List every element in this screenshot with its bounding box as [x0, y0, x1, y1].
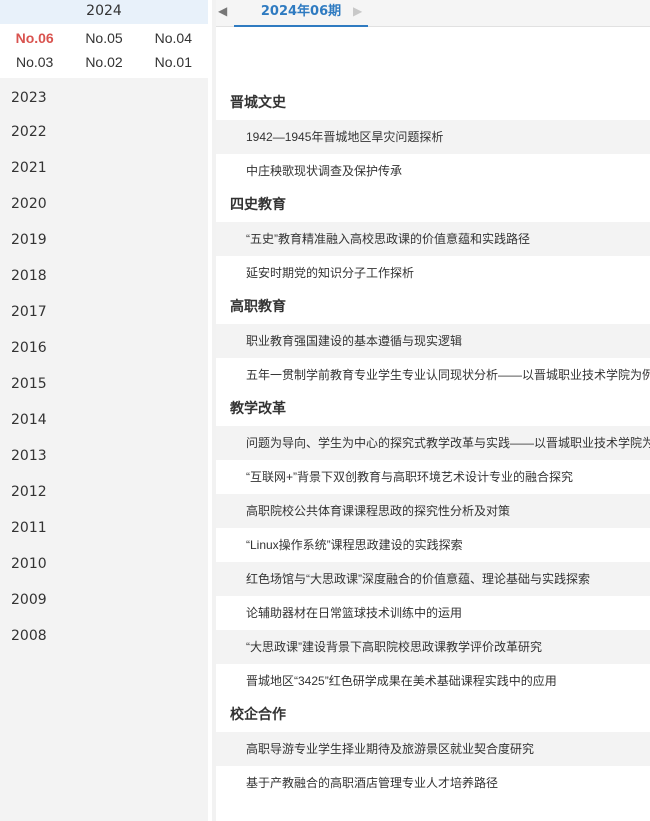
article-link[interactable]: 高职导游专业学生择业期待及旅游景区就业契合度研究: [216, 732, 650, 766]
tab-issue-current[interactable]: 2024年06期: [234, 0, 368, 27]
year-item[interactable]: 2019: [0, 222, 208, 258]
current-year-header[interactable]: 2024: [0, 0, 208, 24]
year-item[interactable]: 2013: [0, 438, 208, 474]
year-item[interactable]: 2015: [0, 366, 208, 402]
year-item[interactable]: 2021: [0, 150, 208, 186]
issue-tabbar: ◀ 2024年06期 ▶: [216, 0, 650, 27]
year-item[interactable]: 2017: [0, 294, 208, 330]
issue-no04[interactable]: No.04: [139, 26, 208, 50]
article-link[interactable]: 高职院校公共体育课课程思政的探究性分析及对策: [216, 494, 650, 528]
article-link[interactable]: 晋城地区“3425”红色研学成果在美术基础课程实践中的应用: [216, 664, 650, 698]
section-title: 四史教育: [230, 197, 286, 213]
next-arrow-icon[interactable]: ▶: [353, 4, 362, 18]
article-link[interactable]: 论辅助器材在日常篮球技术训练中的运用: [216, 596, 650, 630]
year-item[interactable]: 2018: [0, 258, 208, 294]
article-link[interactable]: “互联网+”背景下双创教育与高职环境艺术设计专业的融合探究: [216, 460, 650, 494]
year-item[interactable]: 2010: [0, 546, 208, 582]
article-link[interactable]: “大思政课”建设背景下高职院校思政课教学评价改革研究: [216, 630, 650, 664]
issue-no03[interactable]: No.03: [0, 50, 69, 74]
issue-no02[interactable]: No.02: [69, 50, 138, 74]
section-title: 教学改革: [230, 401, 286, 417]
section-title: 高职教育: [230, 299, 286, 315]
article-link[interactable]: 五年一贯制学前教育专业学生专业认同现状分析——以晋城职业技术学院为例: [216, 358, 650, 392]
year-item[interactable]: 2011: [0, 510, 208, 546]
main-panel: ◀ 2024年06期 ▶ 晋城文史 1942—1945年晋城地区旱灾问题探析 中庄秧…: [216, 0, 650, 821]
issue-no06[interactable]: No.06: [0, 26, 69, 50]
article-link[interactable]: 红色场馆与“大思政课”深度融合的价值意蕴、理论基础与实践探索: [216, 562, 650, 596]
article-link[interactable]: 1942—1945年晋城地区旱灾问题探析: [216, 120, 650, 154]
year-item[interactable]: 2016: [0, 330, 208, 366]
article-link[interactable]: “Linux操作系统”课程思政建设的实践探索: [216, 528, 650, 562]
article-link[interactable]: 延安时期党的知识分子工作探析: [216, 256, 650, 290]
year-item[interactable]: 2014: [0, 402, 208, 438]
sidebar: 2024 No.06 No.05 No.04 No.03 No.02 No.01…: [0, 0, 208, 821]
article-list: 晋城文史 1942—1945年晋城地区旱灾问题探析 中庄秧歌现状调查及保护传承四史教…: [216, 86, 650, 800]
year-item[interactable]: 2020: [0, 186, 208, 222]
year-item[interactable]: 2008: [0, 618, 208, 654]
issue-no01[interactable]: No.01: [139, 50, 208, 74]
article-link[interactable]: 职业教育强国建设的基本遵循与现实逻辑: [216, 324, 650, 358]
year-list: 2023 2022 2021 2020 2019 2018 2017 2016 2015 2014…: [0, 78, 208, 654]
section-title: 晋城文史: [230, 95, 286, 111]
article-link[interactable]: “五史”教育精准融入高校思政课的价值意蕴和实践路径: [216, 222, 650, 256]
year-item[interactable]: 2022: [0, 114, 208, 150]
year-item[interactable]: 2012: [0, 474, 208, 510]
prev-arrow-icon[interactable]: ◀: [218, 4, 227, 18]
article-link[interactable]: 基于产教融合的高职酒店管理专业人才培养路径: [216, 766, 650, 800]
year-item[interactable]: 2009: [0, 582, 208, 618]
issue-no05[interactable]: No.05: [69, 26, 138, 50]
section-title: 校企合作: [230, 707, 286, 723]
article-link[interactable]: 中庄秧歌现状调查及保护传承: [216, 154, 650, 188]
year-item[interactable]: 2023: [0, 78, 208, 114]
issue-grid: No.06 No.05 No.04 No.03 No.02 No.01: [0, 24, 208, 78]
article-link[interactable]: 问题为导向、学生为中心的探究式教学改革与实践——以晋城职业技术学院为例: [216, 426, 650, 460]
